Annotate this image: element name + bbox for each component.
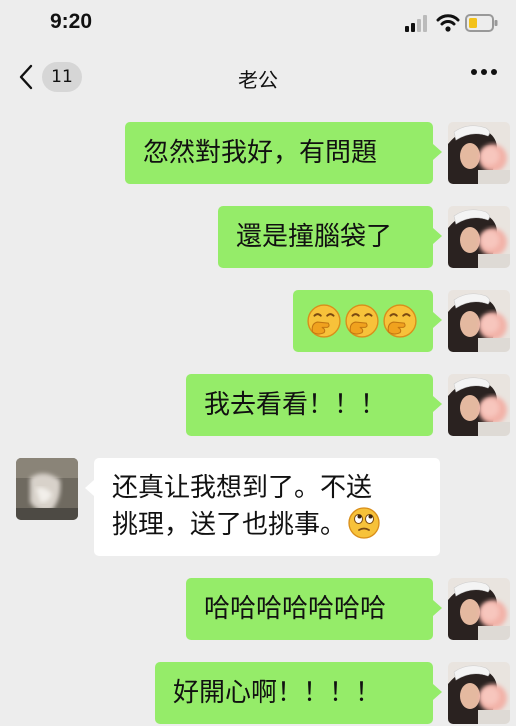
my-avatar[interactable] [448, 206, 510, 268]
message-row: 還是撞腦袋了 [0, 206, 516, 268]
chat-title: 老公 [238, 68, 278, 92]
message-text: 還是撞腦袋了 [236, 222, 393, 252]
message-text: 好開心啊！！！！ [173, 678, 382, 708]
message-text: 我去看看！！！ [204, 390, 387, 420]
more-options-icon[interactable] [470, 68, 498, 76]
message-bubble[interactable]: 好開心啊！！！！ [155, 662, 433, 724]
message-text-line: 挑理，送了也挑事。 [112, 506, 422, 544]
message-bubble[interactable]: 还真让我想到了。不送 挑理，送了也挑事。 [94, 458, 440, 556]
hand-over-mouth-emoji [383, 304, 417, 338]
battery-icon [465, 14, 498, 32]
my-avatar[interactable] [448, 374, 510, 436]
contact-avatar[interactable] [16, 458, 78, 520]
message-row: 忽然對我好，有問題 [0, 122, 516, 184]
message-text-line: 还真让我想到了。不送 [112, 473, 373, 503]
hand-over-mouth-emoji [307, 304, 341, 338]
message-row: 我去看看！！！ [0, 374, 516, 436]
hand-over-mouth-emoji [345, 304, 379, 338]
message-row: 哈哈哈哈哈哈哈 [0, 578, 516, 640]
my-avatar[interactable] [448, 122, 510, 184]
status-bar: 9:20 [0, 0, 516, 48]
message-bubble[interactable] [293, 290, 433, 352]
status-time: 9:20 [50, 10, 93, 33]
message-text: 哈哈哈哈哈哈哈 [204, 594, 387, 624]
message-bubble[interactable]: 哈哈哈哈哈哈哈 [186, 578, 433, 640]
message-bubble[interactable]: 還是撞腦袋了 [218, 206, 433, 268]
message-row: 还真让我想到了。不送 挑理，送了也挑事。 [0, 458, 516, 558]
my-avatar[interactable] [448, 290, 510, 352]
my-avatar[interactable] [448, 662, 510, 724]
message-bubble[interactable]: 我去看看！！！ [186, 374, 433, 436]
wifi-icon [436, 14, 460, 32]
eye-roll-emoji [348, 506, 380, 539]
my-avatar[interactable] [448, 578, 510, 640]
message-text: 忽然對我好，有問題 [143, 138, 378, 168]
message-row [0, 290, 516, 352]
message-bubble[interactable]: 忽然對我好，有問題 [125, 122, 433, 184]
chat-header: 11 老公 [0, 48, 516, 108]
message-row: 好開心啊！！！！ [0, 662, 516, 724]
signal-icon [405, 15, 427, 32]
